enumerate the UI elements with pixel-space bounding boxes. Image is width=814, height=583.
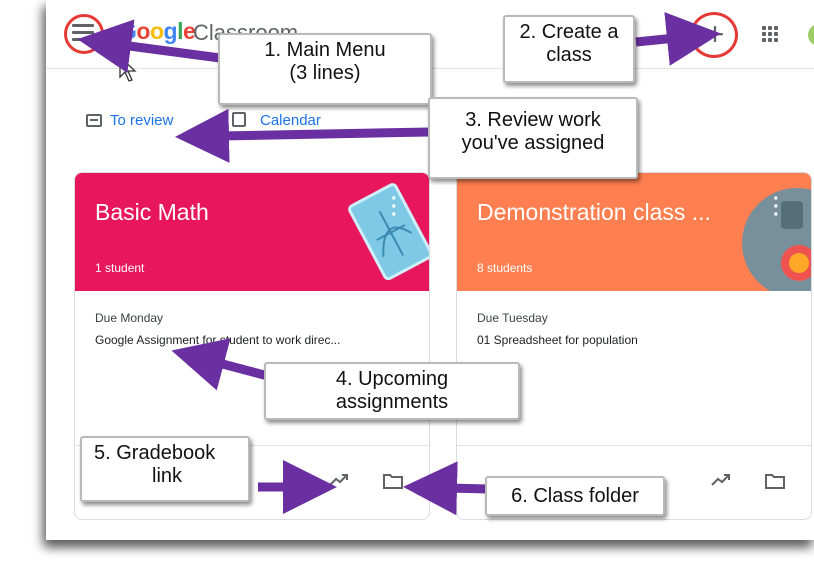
callout-text: link	[152, 465, 183, 487]
callout-text: 5. Gradebook	[94, 442, 216, 464]
arrow-create-class	[635, 12, 721, 66]
callout-gradebook: 5. Gradebook link	[80, 436, 250, 502]
callout-text: 6. Class folder	[511, 485, 639, 507]
callout-text: 1. Main Menu	[264, 39, 386, 61]
callout-main-menu: 1. Main Menu (3 lines)	[218, 33, 432, 105]
arrow-main-menu	[77, 19, 221, 73]
callout-class-folder: 6. Class folder	[485, 476, 665, 516]
callout-text: 2. Create a	[519, 21, 619, 43]
callout-text: class	[546, 44, 592, 66]
callout-text: assignments	[335, 391, 449, 413]
callout-upcoming: 4. Upcoming assignments	[264, 362, 520, 420]
callout-text: you've assigned	[461, 132, 605, 154]
callout-text: 3. Review work	[465, 109, 601, 131]
arrow-class-folder	[403, 461, 489, 516]
callout-text: (3 lines)	[289, 62, 361, 84]
callout-text: 4. Upcoming	[335, 368, 449, 390]
arrow-upcoming	[171, 338, 270, 391]
arrow-review-work	[175, 108, 431, 163]
callout-create-class: 2. Create a class	[503, 15, 635, 83]
callout-review-work: 3. Review work you've assigned	[428, 97, 638, 179]
